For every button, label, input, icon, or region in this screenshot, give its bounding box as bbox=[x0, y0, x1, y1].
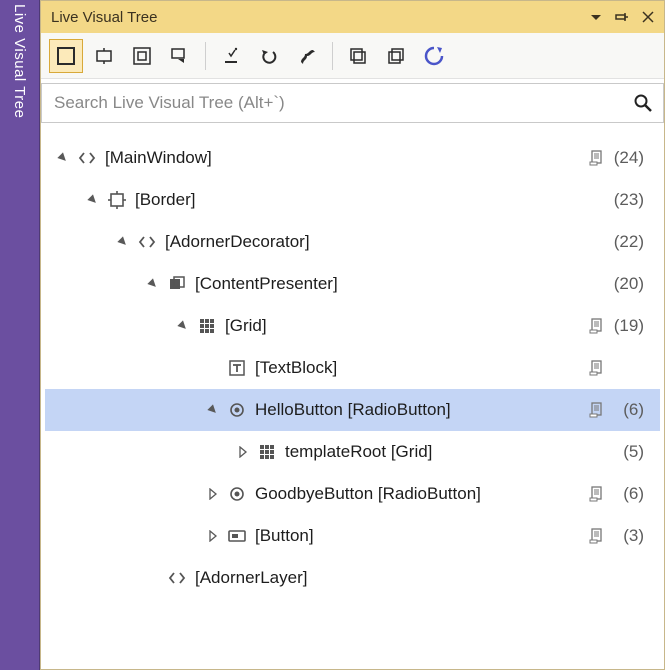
toolbar-expand-all-button[interactable] bbox=[341, 39, 375, 73]
xaml-doc-icon bbox=[588, 149, 606, 167]
side-tab[interactable]: Live Visual Tree bbox=[0, 0, 40, 670]
toolbar-collapse-all-button[interactable] bbox=[379, 39, 413, 73]
toolbar-settings-button[interactable] bbox=[290, 39, 324, 73]
pin-icon[interactable] bbox=[612, 7, 632, 27]
tree-row-count: (5) bbox=[606, 442, 644, 462]
side-tab-label: Live Visual Tree bbox=[11, 4, 28, 118]
chevron-down-icon[interactable] bbox=[175, 318, 191, 334]
radio-icon bbox=[227, 400, 247, 420]
tree-row[interactable]: [Border](23) bbox=[45, 179, 660, 221]
tree-row-label: templateRoot [Grid] bbox=[285, 442, 606, 462]
chevron-down-icon[interactable] bbox=[85, 192, 101, 208]
presenter-icon bbox=[167, 274, 187, 294]
tree-row-label: [AdornerLayer] bbox=[195, 568, 606, 588]
tree-row[interactable]: [AdornerDecorator](22) bbox=[45, 221, 660, 263]
tree-row-label: HelloButton [RadioButton] bbox=[255, 400, 580, 420]
toolbar-separator bbox=[205, 42, 206, 70]
chevron-right-icon[interactable] bbox=[205, 528, 221, 544]
tree-row[interactable]: templateRoot [Grid](5) bbox=[45, 431, 660, 473]
chevron-down-icon[interactable] bbox=[55, 150, 71, 166]
tree-row-label: [Border] bbox=[135, 190, 606, 210]
angle-icon bbox=[137, 232, 157, 252]
tree-row-count: (19) bbox=[606, 316, 644, 336]
radio-icon bbox=[227, 484, 247, 504]
toolbar-undo-button[interactable] bbox=[252, 39, 286, 73]
tree-row-label: [ContentPresenter] bbox=[195, 274, 606, 294]
toolbar-separator bbox=[332, 42, 333, 70]
window-title: Live Visual Tree bbox=[51, 9, 580, 26]
chevron-right-icon[interactable] bbox=[235, 444, 251, 460]
toolbar-goto-button[interactable] bbox=[214, 39, 248, 73]
xaml-doc-icon bbox=[588, 485, 606, 503]
button-icon bbox=[227, 526, 247, 546]
tree-row-count: (3) bbox=[606, 526, 644, 546]
tree: [MainWindow](24)[Border](23)[AdornerDeco… bbox=[41, 123, 664, 669]
tree-row-count: (23) bbox=[606, 190, 644, 210]
tree-row[interactable]: [AdornerLayer] bbox=[45, 557, 660, 599]
tree-row-label: [Button] bbox=[255, 526, 580, 546]
tree-row[interactable]: [TextBlock] bbox=[45, 347, 660, 389]
tree-row[interactable]: [MainWindow] (24) bbox=[45, 137, 660, 179]
tree-row-count: (24) bbox=[606, 148, 644, 168]
border-icon bbox=[107, 190, 127, 210]
xaml-doc-icon bbox=[588, 527, 606, 545]
tree-row-count: (22) bbox=[606, 232, 644, 252]
angle-icon bbox=[167, 568, 187, 588]
tree-row[interactable]: GoodbyeButton [RadioButton] (6) bbox=[45, 473, 660, 515]
toolbar-track-focus-button[interactable] bbox=[125, 39, 159, 73]
tree-row-label: [AdornerDecorator] bbox=[165, 232, 606, 252]
tree-row[interactable]: [ContentPresenter](20) bbox=[45, 263, 660, 305]
panel: Live Visual Tree bbox=[40, 0, 665, 670]
titlebar: Live Visual Tree bbox=[41, 1, 664, 33]
toolbar-layout-adorners-button[interactable] bbox=[87, 39, 121, 73]
tree-row[interactable]: [Button] (3) bbox=[45, 515, 660, 557]
toolbar-selection-button[interactable] bbox=[49, 39, 83, 73]
search-icon[interactable] bbox=[633, 93, 653, 113]
xaml-doc-icon bbox=[588, 401, 606, 419]
tree-row-label: [TextBlock] bbox=[255, 358, 580, 378]
tree-row[interactable]: [Grid] (19) bbox=[45, 305, 660, 347]
chevron-right-icon[interactable] bbox=[205, 486, 221, 502]
tree-row-count: (6) bbox=[606, 400, 644, 420]
search-bar bbox=[41, 83, 664, 123]
chevron-down-icon[interactable] bbox=[145, 276, 161, 292]
chevron-down-icon[interactable] bbox=[205, 402, 221, 418]
grid-icon bbox=[257, 442, 277, 462]
toolbar bbox=[41, 33, 664, 79]
chevron-down-icon[interactable] bbox=[115, 234, 131, 250]
toolbar-refresh-button[interactable] bbox=[417, 39, 451, 73]
search-input[interactable] bbox=[52, 92, 633, 114]
grid-icon bbox=[197, 316, 217, 336]
xaml-doc-icon bbox=[588, 359, 606, 377]
tree-row-label: [MainWindow] bbox=[105, 148, 580, 168]
toolbar-preview-button[interactable] bbox=[163, 39, 197, 73]
tree-row-count: (6) bbox=[606, 484, 644, 504]
tree-row-label: GoodbyeButton [RadioButton] bbox=[255, 484, 580, 504]
xaml-doc-icon bbox=[588, 317, 606, 335]
angle-icon bbox=[77, 148, 97, 168]
tree-row-count: (20) bbox=[606, 274, 644, 294]
textblock-icon bbox=[227, 358, 247, 378]
tree-row-label: [Grid] bbox=[225, 316, 580, 336]
window-menu-icon[interactable] bbox=[586, 7, 606, 27]
close-icon[interactable] bbox=[638, 7, 658, 27]
tree-row[interactable]: HelloButton [RadioButton] (6) bbox=[45, 389, 660, 431]
